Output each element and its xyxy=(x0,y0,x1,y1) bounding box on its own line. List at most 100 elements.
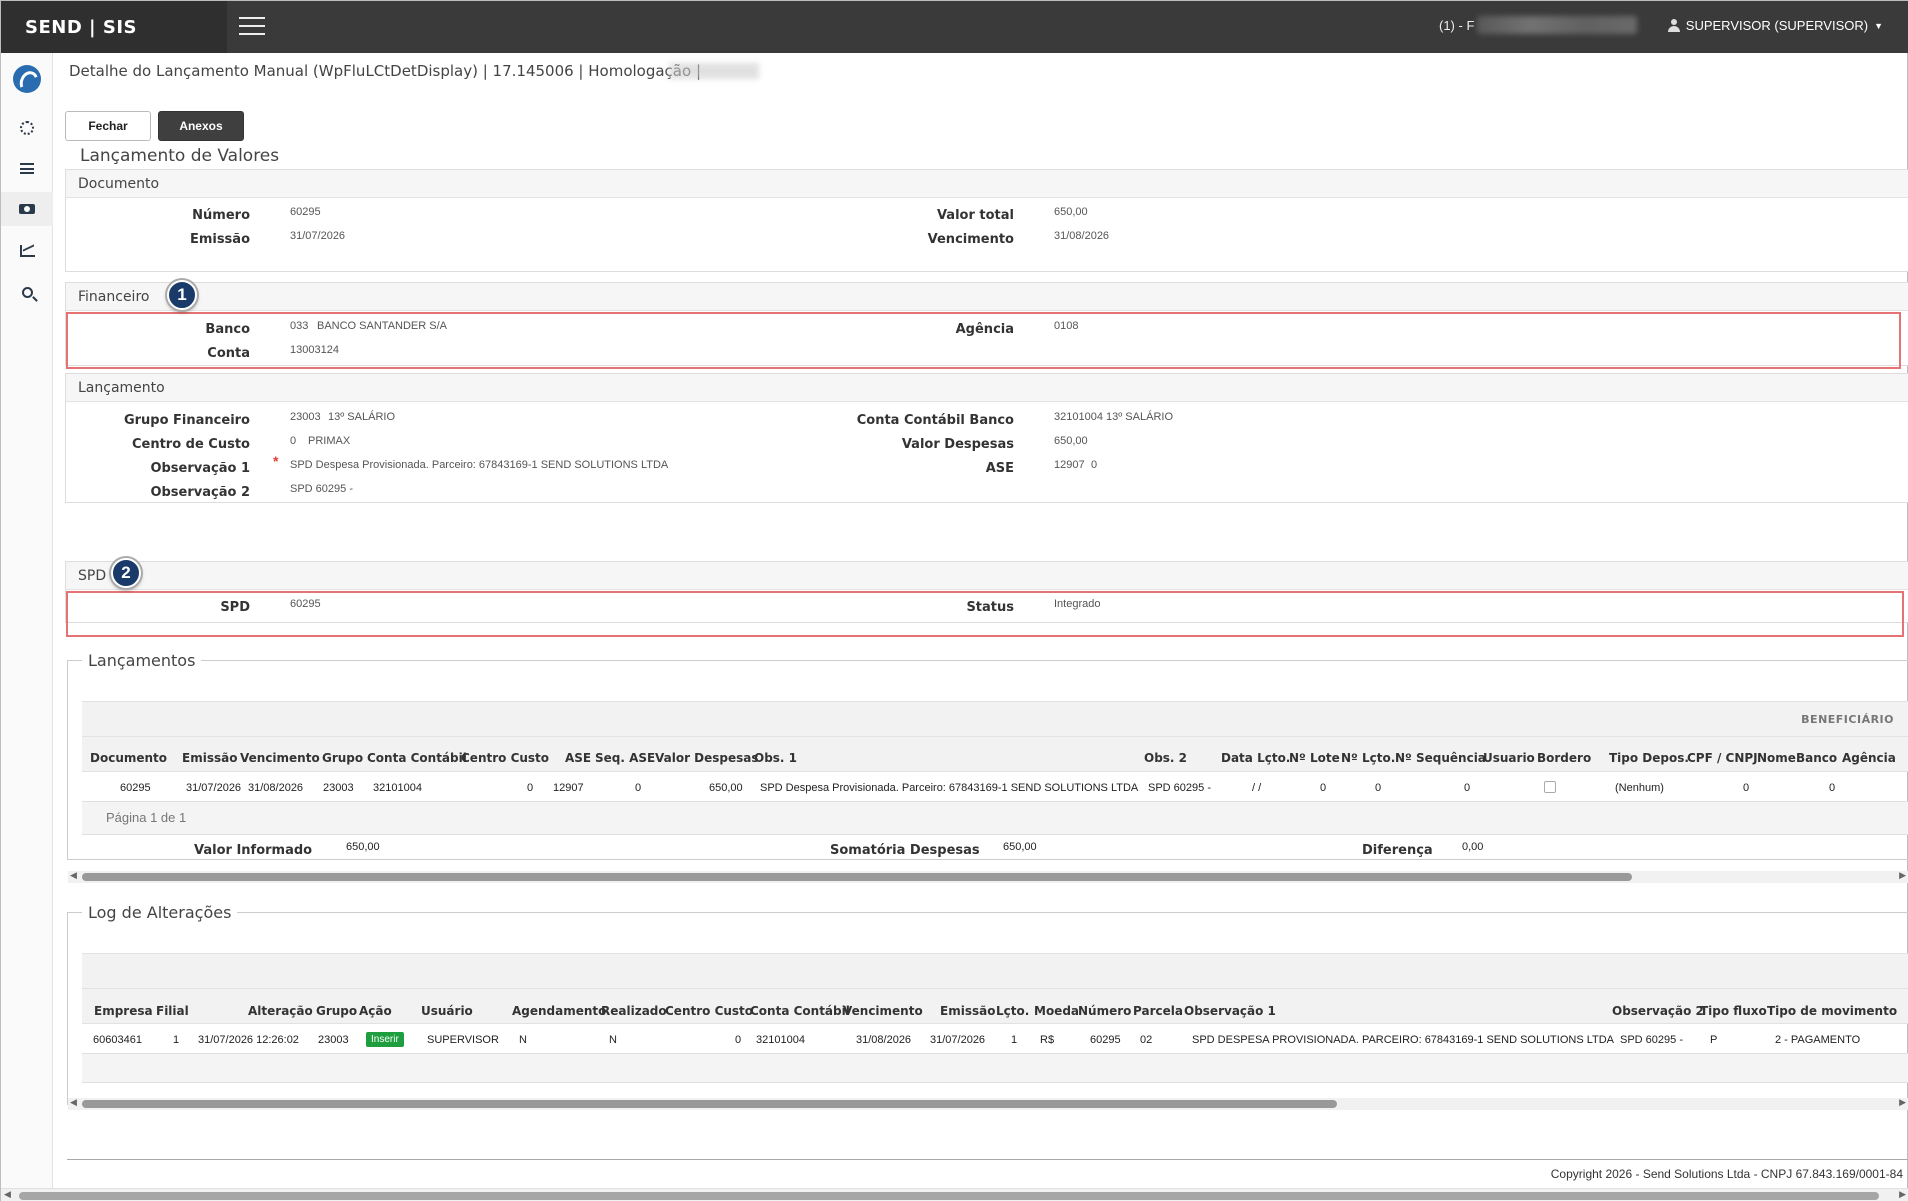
col-obs1[interactable]: Obs. 1 xyxy=(754,751,797,765)
col-tipo-depos[interactable]: Tipo Depos. xyxy=(1609,751,1689,765)
chart-button[interactable] xyxy=(1,234,53,268)
log-col-acao[interactable]: Ação xyxy=(359,1004,392,1018)
scroll-right-icon[interactable]: ▶ xyxy=(1899,1189,1906,1200)
hamburger-menu-icon[interactable] xyxy=(239,17,265,37)
list-icon xyxy=(20,162,34,174)
log-col-observacao2[interactable]: Observação 2 xyxy=(1612,1004,1704,1018)
documento-heading: Documento xyxy=(66,170,1908,198)
lancamento-row-lote: 0 xyxy=(1320,782,1327,794)
bordero-checkbox[interactable] xyxy=(1544,781,1556,793)
left-rail xyxy=(1,53,53,1188)
log-row-numero: 60295 xyxy=(1090,1034,1121,1046)
col-emissao[interactable]: Emissão xyxy=(182,751,237,765)
grupo-financeiro-name: 13º SALÁRIO xyxy=(328,411,395,423)
observacao-1-value: SPD Despesa Provisionada. Parceiro: 6784… xyxy=(290,459,669,471)
page-horizontal-scrollbar[interactable]: ◀ ▶ xyxy=(1,1188,1908,1201)
lancamento-row-sequencia: 0 xyxy=(1464,782,1471,794)
lancamentos-legend: Lançamentos xyxy=(82,651,202,670)
log-col-conta-contabil[interactable]: Conta Contábil xyxy=(750,1004,850,1018)
col-ase[interactable]: ASE xyxy=(565,751,591,765)
page-scroll-thumb[interactable] xyxy=(19,1192,1879,1200)
lancamento-row-valor-despesas: 650,00 xyxy=(709,782,743,794)
scroll-left-icon[interactable]: ◀ xyxy=(70,870,77,881)
log-col-empresa[interactable]: Empresa xyxy=(94,1004,153,1018)
log-horizontal-scrollbar[interactable]: ◀ ▶ xyxy=(68,1097,1908,1110)
valor-despesas-value: 650,00 xyxy=(1054,435,1088,447)
log-col-numero[interactable]: Número xyxy=(1078,1004,1131,1018)
app-logo-icon[interactable] xyxy=(13,65,41,93)
log-col-vencimento[interactable]: Vencimento xyxy=(843,1004,923,1018)
log-col-grupo[interactable]: Grupo xyxy=(316,1004,357,1018)
brand-logo[interactable]: SEND | SIS xyxy=(1,1,227,53)
lancamentos-horizontal-scrollbar[interactable]: ◀ ▶ xyxy=(68,870,1908,883)
company-selector[interactable]: (1) - F xyxy=(1439,18,1474,33)
numero-label: Número xyxy=(192,208,250,223)
col-sequencia[interactable]: Nº Sequência xyxy=(1395,751,1486,765)
search-button[interactable] xyxy=(1,275,53,309)
ase-label: ASE xyxy=(985,461,1014,476)
scroll-right-icon[interactable]: ▶ xyxy=(1899,1097,1906,1108)
centro-custo-label: Centro de Custo xyxy=(131,437,250,452)
log-row-observacao2: SPD 60295 - xyxy=(1620,1034,1683,1046)
scroll-left-icon[interactable]: ◀ xyxy=(70,1097,77,1108)
ase-sequence: 0 xyxy=(1091,459,1098,471)
col-bordero[interactable]: Bordero xyxy=(1537,751,1591,765)
log-col-realizado[interactable]: Realizado xyxy=(601,1004,667,1018)
lancamentos-header-divider xyxy=(82,736,1908,737)
log-row-empresa: 60603461 xyxy=(93,1034,142,1046)
diferenca-value: 0,00 xyxy=(1462,841,1484,853)
col-banco[interactable]: Banco xyxy=(1796,751,1837,765)
breadcrumb: Detalhe do Lançamento Manual (WpFluLCtDe… xyxy=(69,62,701,80)
col-lcto[interactable]: Nº Lçto. xyxy=(1341,751,1395,765)
col-conta-contabil[interactable]: Conta Contábil xyxy=(367,751,467,765)
log-scroll-thumb[interactable] xyxy=(82,1100,1337,1108)
lancamentos-scroll-thumb[interactable] xyxy=(82,873,1632,881)
log-col-usuario[interactable]: Usuário xyxy=(421,1004,473,1018)
log-row-usuario: SUPERVISOR xyxy=(427,1034,499,1046)
col-nome[interactable]: Nome xyxy=(1757,751,1796,765)
col-documento[interactable]: Documento xyxy=(90,751,167,765)
col-agencia[interactable]: Agência xyxy=(1842,751,1896,765)
page-title: Lançamento de Valores xyxy=(80,146,280,166)
log-col-tipo-fluxo[interactable]: Tipo fluxo xyxy=(1700,1004,1767,1018)
numero-value: 60295 xyxy=(290,206,321,218)
vencimento-label: Vencimento xyxy=(927,232,1014,247)
log-col-agendamento[interactable]: Agendamento xyxy=(512,1004,606,1018)
user-menu[interactable]: SUPERVISOR (SUPERVISOR) ▼ xyxy=(1667,18,1883,33)
col-grupo[interactable]: Grupo xyxy=(322,751,363,765)
log-col-moeda[interactable]: Moeda xyxy=(1034,1004,1079,1018)
close-button[interactable]: Fechar xyxy=(65,111,151,141)
col-vencimento[interactable]: Vencimento xyxy=(240,751,320,765)
cash-button[interactable] xyxy=(1,192,53,226)
dashboard-button[interactable] xyxy=(1,111,53,145)
list-button[interactable] xyxy=(1,151,53,185)
col-obs2[interactable]: Obs. 2 xyxy=(1144,751,1187,765)
col-seq-ase[interactable]: Seq. ASE xyxy=(595,751,655,765)
log-col-parcela[interactable]: Parcela xyxy=(1133,1004,1183,1018)
log-col-lcto[interactable]: Lçto. xyxy=(996,1004,1029,1018)
col-usuario[interactable]: Usuario xyxy=(1483,751,1535,765)
log-col-centro-custo[interactable]: Centro Custo xyxy=(665,1004,753,1018)
scroll-left-icon[interactable]: ◀ xyxy=(4,1189,11,1200)
col-cpf-cnpj[interactable]: CPF / CNPJ xyxy=(1687,751,1758,765)
log-col-observacao1[interactable]: Observação 1 xyxy=(1184,1004,1276,1018)
lancamento-row-tipo-depos: (Nenhum) xyxy=(1615,782,1664,794)
lancamentos-pager[interactable]: Página 1 de 1 xyxy=(82,801,1908,835)
financeiro-heading: Financeiro xyxy=(66,283,1908,311)
top-bar: SEND | SIS (1) - F SUPERVISOR (SUPERVISO… xyxy=(1,1,1908,53)
log-col-filial[interactable]: Filial xyxy=(156,1004,189,1018)
search-icon xyxy=(21,286,33,298)
col-centro-custo[interactable]: Centro Custo xyxy=(461,751,549,765)
documento-section: Documento Número 60295 Emissão 31/07/202… xyxy=(65,169,1908,272)
log-col-tipo-movimento[interactable]: Tipo de movimento xyxy=(1767,1004,1897,1018)
col-lote[interactable]: Nº Lote xyxy=(1289,751,1340,765)
log-col-alteracao[interactable]: Alteração xyxy=(248,1004,313,1018)
col-valor-despesas[interactable]: Valor Despesas xyxy=(655,751,759,765)
lancamento-row-lcto: 0 xyxy=(1375,782,1382,794)
scroll-right-icon[interactable]: ▶ xyxy=(1899,870,1906,881)
col-data-lcto[interactable]: Data Lçto. xyxy=(1221,751,1290,765)
attachments-button[interactable]: Anexos xyxy=(158,111,244,141)
log-col-emissao[interactable]: Emissão xyxy=(940,1004,995,1018)
ase-code: 12907 xyxy=(1054,459,1085,471)
grupo-financeiro-label: Grupo Financeiro xyxy=(123,413,250,428)
